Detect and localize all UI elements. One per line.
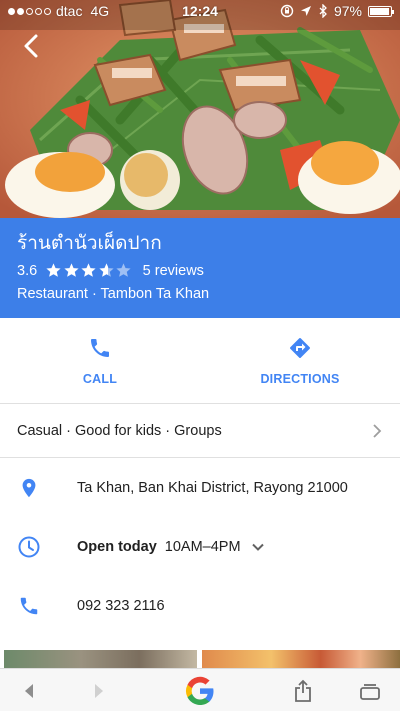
attributes-text: Casual · Good for kids · Groups bbox=[17, 422, 222, 439]
chevron-right-icon bbox=[373, 423, 382, 438]
hours-range: 10AM–4PM bbox=[164, 539, 241, 555]
address-text: Ta Khan, Ban Khai District, Rayong 21000 bbox=[77, 480, 348, 496]
photo-thumbnail[interactable] bbox=[202, 650, 400, 668]
phone-icon bbox=[91, 339, 109, 357]
directions-label: DIRECTIONS bbox=[260, 372, 340, 386]
address-row[interactable]: Ta Khan, Ban Khai District, Rayong 21000 bbox=[0, 458, 400, 518]
location-pin-icon bbox=[22, 478, 36, 498]
place-header: ร้านตำนัวเผ็ดปาก 3.6 5 reviews Restauran… bbox=[0, 218, 400, 318]
attributes-row[interactable]: Casual · Good for kids · Groups bbox=[0, 404, 400, 458]
directions-button[interactable]: DIRECTIONS bbox=[200, 318, 400, 403]
photo-thumbnail[interactable] bbox=[4, 650, 197, 668]
directions-icon bbox=[290, 338, 310, 358]
open-status: Open today bbox=[77, 539, 157, 555]
place-name: ร้านตำนัวเผ็ดปาก bbox=[17, 233, 162, 254]
star-icon bbox=[46, 263, 61, 277]
food-photo bbox=[0, 0, 400, 218]
call-label: CALL bbox=[82, 372, 118, 386]
phone-row[interactable]: 092 323 2116 bbox=[0, 576, 400, 636]
status-time: 12:24 bbox=[182, 3, 218, 19]
chevron-down-icon[interactable] bbox=[249, 538, 267, 556]
star-icon bbox=[116, 263, 131, 277]
photo-strip bbox=[0, 650, 400, 668]
phone-icon bbox=[20, 597, 38, 615]
place-category: Restaurant · Tambon Ta Khan bbox=[17, 286, 210, 302]
status-bar: dtac 4G 12:24 97% bbox=[0, 0, 400, 22]
back-icon bbox=[25, 683, 33, 698]
rating-stars bbox=[45, 262, 133, 279]
back-arrow-icon[interactable] bbox=[18, 32, 46, 60]
google-logo[interactable] bbox=[181, 669, 219, 711]
google-logo-icon bbox=[186, 676, 214, 705]
action-bar: CALL DIRECTIONS bbox=[0, 318, 400, 404]
forward-button[interactable] bbox=[86, 669, 112, 711]
tabs-button[interactable] bbox=[356, 669, 384, 711]
share-button[interactable] bbox=[290, 669, 316, 711]
star-icon bbox=[81, 263, 96, 277]
review-count[interactable]: 5 reviews bbox=[143, 263, 204, 279]
star-icon bbox=[64, 263, 79, 277]
call-button[interactable]: CALL bbox=[0, 318, 200, 403]
hours-row[interactable]: Open today 10AM–4PM bbox=[0, 517, 400, 577]
star-icon bbox=[99, 263, 114, 277]
bottom-toolbar bbox=[0, 668, 400, 711]
hero-photo[interactable] bbox=[0, 0, 400, 218]
phone-number: 092 323 2116 bbox=[77, 598, 165, 614]
share-icon bbox=[295, 679, 311, 702]
back-button[interactable] bbox=[16, 669, 42, 711]
rating-row[interactable]: 3.6 5 reviews bbox=[17, 262, 383, 279]
rating-value: 3.6 bbox=[17, 262, 38, 279]
battery-icon bbox=[368, 5, 394, 17]
tabs-icon bbox=[360, 683, 380, 700]
forward-icon bbox=[95, 683, 103, 698]
clock-icon bbox=[18, 536, 40, 558]
